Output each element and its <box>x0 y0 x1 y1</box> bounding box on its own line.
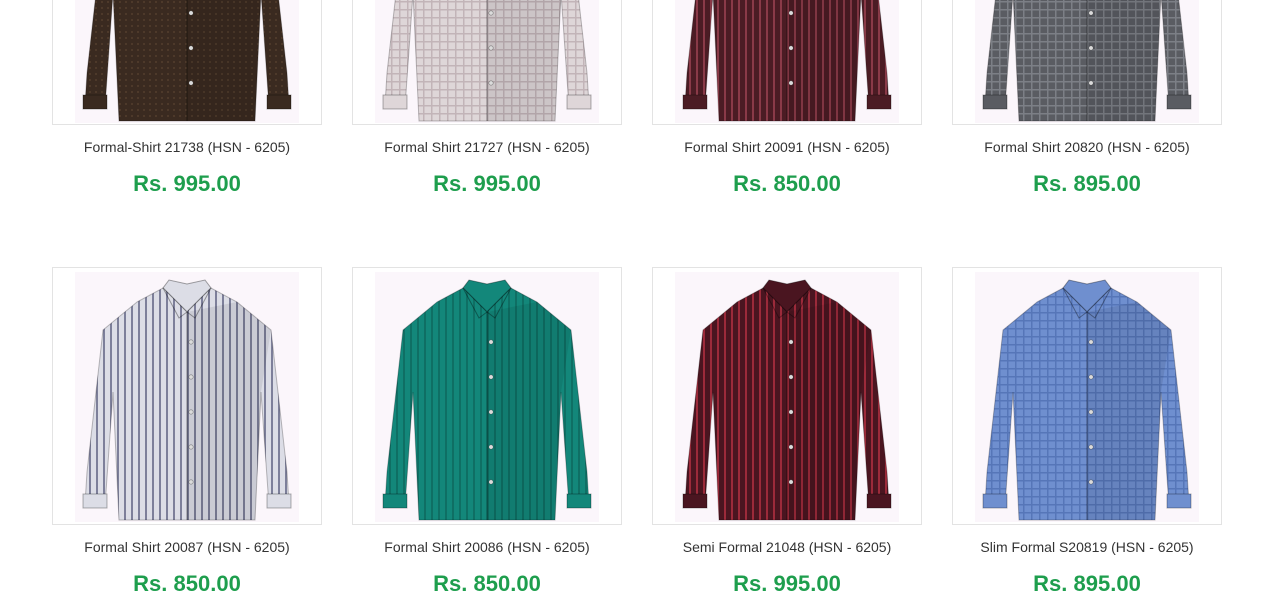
product-name[interactable]: Slim Formal S20819 (HSN - 6205) <box>952 539 1222 555</box>
product-image-frame[interactable] <box>652 0 922 125</box>
product-name[interactable]: Formal-Shirt 21738 (HSN - 6205) <box>52 139 322 155</box>
product-price: Rs. 995.00 <box>733 571 841 596</box>
product-price: Rs. 850.00 <box>433 571 541 596</box>
product-name[interactable]: Semi Formal 21048 (HSN - 6205) <box>652 539 922 555</box>
product-name[interactable]: Formal Shirt 20091 (HSN - 6205) <box>652 139 922 155</box>
product-image-frame[interactable] <box>52 267 322 525</box>
shirt-icon <box>375 272 599 522</box>
product-image-frame[interactable] <box>352 267 622 525</box>
shirt-icon <box>975 0 1199 123</box>
product-image-frame[interactable] <box>52 0 322 125</box>
product-name[interactable]: Formal Shirt 21727 (HSN - 6205) <box>352 139 622 155</box>
shirt-icon <box>975 272 1199 522</box>
product-image-frame[interactable] <box>352 0 622 125</box>
product-image-frame[interactable] <box>952 0 1222 125</box>
product-price: Rs. 850.00 <box>733 171 841 196</box>
product-name[interactable]: Formal Shirt 20086 (HSN - 6205) <box>352 539 622 555</box>
shirt-icon <box>75 0 299 123</box>
product-price: Rs. 895.00 <box>1033 171 1141 196</box>
product-price: Rs. 895.00 <box>1033 571 1141 596</box>
shirt-icon <box>75 272 299 522</box>
product-grid: Formal-Shirt 21738 (HSN - 6205) Rs. 995.… <box>0 0 1282 601</box>
product-price: Rs. 850.00 <box>133 571 241 596</box>
product-image-frame[interactable] <box>652 267 922 525</box>
shirt-icon <box>675 272 899 522</box>
product-image-frame[interactable] <box>952 267 1222 525</box>
shirt-icon <box>375 0 599 123</box>
product-name[interactable]: Formal Shirt 20820 (HSN - 6205) <box>952 139 1222 155</box>
product-price: Rs. 995.00 <box>433 171 541 196</box>
shirt-icon <box>675 0 899 123</box>
product-price: Rs. 995.00 <box>133 171 241 196</box>
product-name[interactable]: Formal Shirt 20087 (HSN - 6205) <box>52 539 322 555</box>
